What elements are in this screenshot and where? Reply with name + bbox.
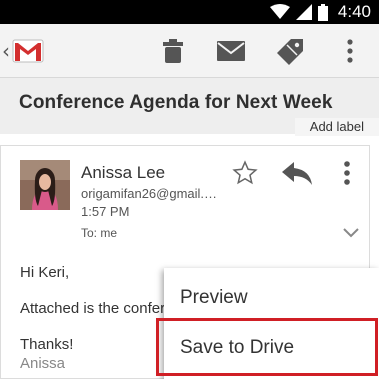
avatar-photo bbox=[20, 160, 70, 210]
mark-unread-button[interactable] bbox=[211, 32, 251, 70]
star-icon bbox=[232, 160, 258, 185]
sender-name: Anissa Lee bbox=[81, 163, 166, 182]
reply-icon bbox=[282, 162, 312, 185]
gmail-logo-icon bbox=[12, 39, 44, 63]
chevron-left-icon: ‹ bbox=[2, 39, 10, 63]
body-signature: Anissa bbox=[20, 355, 66, 372]
wifi-icon bbox=[269, 4, 290, 19]
action-bar: ‹ bbox=[0, 24, 379, 78]
expand-details-button[interactable] bbox=[343, 226, 359, 238]
body-greeting: Hi Keri, bbox=[20, 264, 70, 281]
more-vertical-icon bbox=[347, 39, 353, 63]
more-vertical-icon bbox=[344, 161, 350, 185]
status-bar: 4:40 bbox=[0, 0, 379, 24]
mark-unread-icon bbox=[217, 41, 245, 61]
body-thanks: Thanks! bbox=[20, 336, 74, 353]
avatar[interactable] bbox=[20, 160, 70, 210]
add-label-button[interactable]: Add label bbox=[294, 118, 379, 136]
message-time: 1:57 PM bbox=[81, 204, 130, 219]
email-subject: Conference Agenda for Next Week bbox=[19, 92, 333, 113]
body-line: Attached is the confer bbox=[20, 300, 166, 317]
reply-button[interactable] bbox=[282, 160, 312, 186]
more-options-button[interactable] bbox=[330, 32, 370, 70]
recipient-line: To: me bbox=[81, 226, 118, 240]
sender-email: origamifan26@gmail.com bbox=[81, 186, 219, 201]
delete-button[interactable] bbox=[153, 32, 193, 70]
label-icon bbox=[277, 39, 303, 65]
battery-icon bbox=[317, 3, 328, 21]
delete-icon bbox=[163, 39, 183, 63]
star-button[interactable] bbox=[232, 160, 258, 186]
status-icons: 4:40 bbox=[269, 0, 371, 24]
menu-item-preview[interactable]: Preview bbox=[164, 272, 379, 324]
highlight-box bbox=[156, 318, 378, 376]
signal-icon bbox=[295, 4, 312, 20]
chevron-down-icon bbox=[343, 228, 359, 238]
label-button[interactable] bbox=[271, 32, 311, 70]
back-button[interactable]: ‹ bbox=[2, 32, 52, 70]
message-more-button[interactable] bbox=[338, 160, 356, 186]
status-time: 4:40 bbox=[337, 2, 371, 21]
